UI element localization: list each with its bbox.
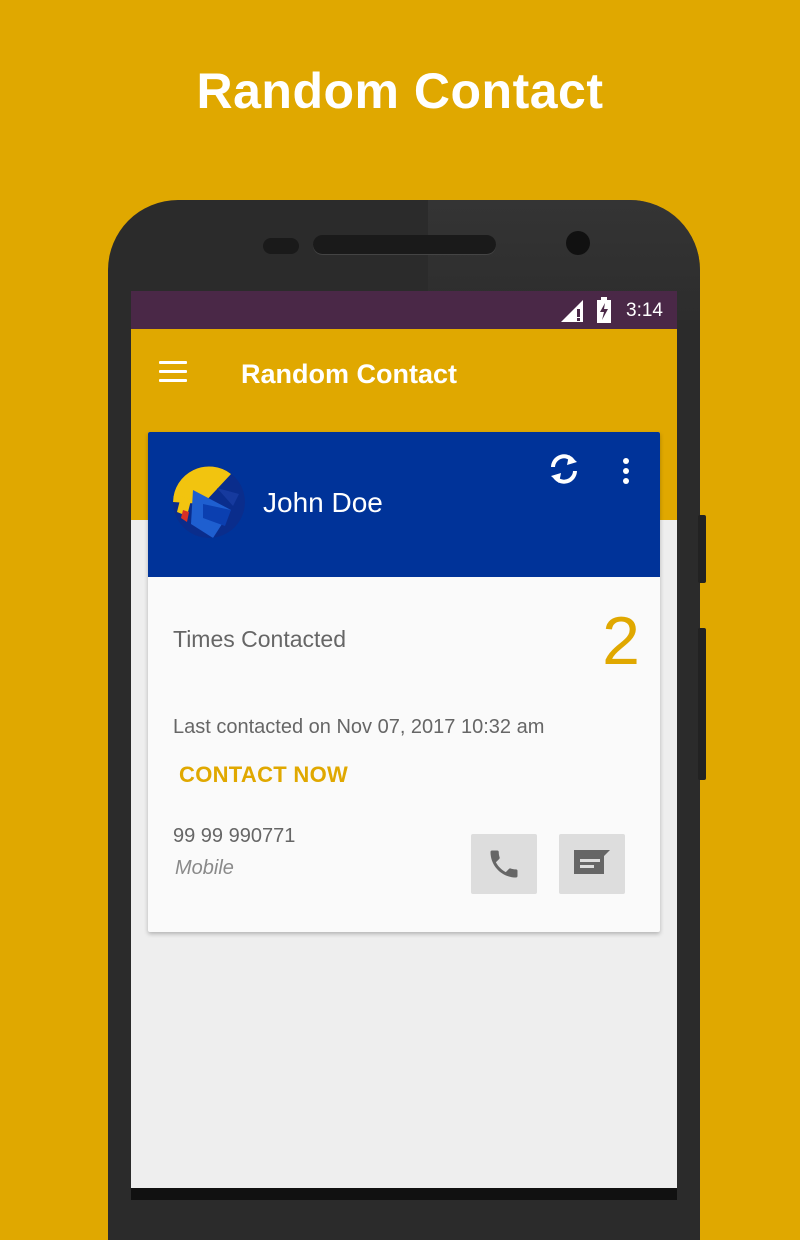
navigation-bar bbox=[131, 1188, 677, 1200]
contact-card: John Doe Times Contacted 2 Last contacte… bbox=[148, 432, 660, 932]
refresh-icon[interactable] bbox=[545, 450, 583, 488]
last-contacted-text: Last contacted on Nov 07, 2017 10:32 am bbox=[173, 716, 545, 738]
call-button[interactable] bbox=[471, 834, 537, 894]
phone-sensor bbox=[263, 238, 299, 254]
contact-now-button[interactable]: CONTACT NOW bbox=[179, 762, 348, 788]
hamburger-menu-icon[interactable] bbox=[159, 361, 187, 383]
message-button[interactable] bbox=[559, 834, 625, 894]
phone-power-button bbox=[698, 515, 706, 583]
phone-icon bbox=[490, 850, 518, 878]
times-contacted-label: Times Contacted bbox=[173, 626, 346, 652]
phone-volume-button bbox=[698, 628, 706, 780]
status-time: 3:14 bbox=[626, 300, 663, 321]
phone-earpiece bbox=[313, 235, 496, 254]
card-header: John Doe bbox=[148, 432, 660, 577]
message-icon bbox=[574, 850, 610, 874]
phone-camera bbox=[566, 231, 590, 255]
times-contacted-value: 2 bbox=[602, 603, 640, 679]
contact-name: John Doe bbox=[263, 487, 383, 518]
status-bar: 3:14 bbox=[131, 291, 677, 329]
battery-charging-icon bbox=[597, 297, 611, 323]
promo-title: Random Contact bbox=[196, 63, 604, 119]
app-bar-title: Random Contact bbox=[241, 359, 457, 389]
phone-number: 99 99 990771 bbox=[173, 825, 296, 847]
avatar bbox=[173, 466, 245, 538]
signal-icon bbox=[561, 300, 583, 322]
more-vert-icon[interactable] bbox=[616, 456, 636, 486]
phone-type: Mobile bbox=[175, 857, 234, 879]
phone-screen: 3:14 Random Contact John Doe Times Conta… bbox=[131, 291, 677, 1200]
